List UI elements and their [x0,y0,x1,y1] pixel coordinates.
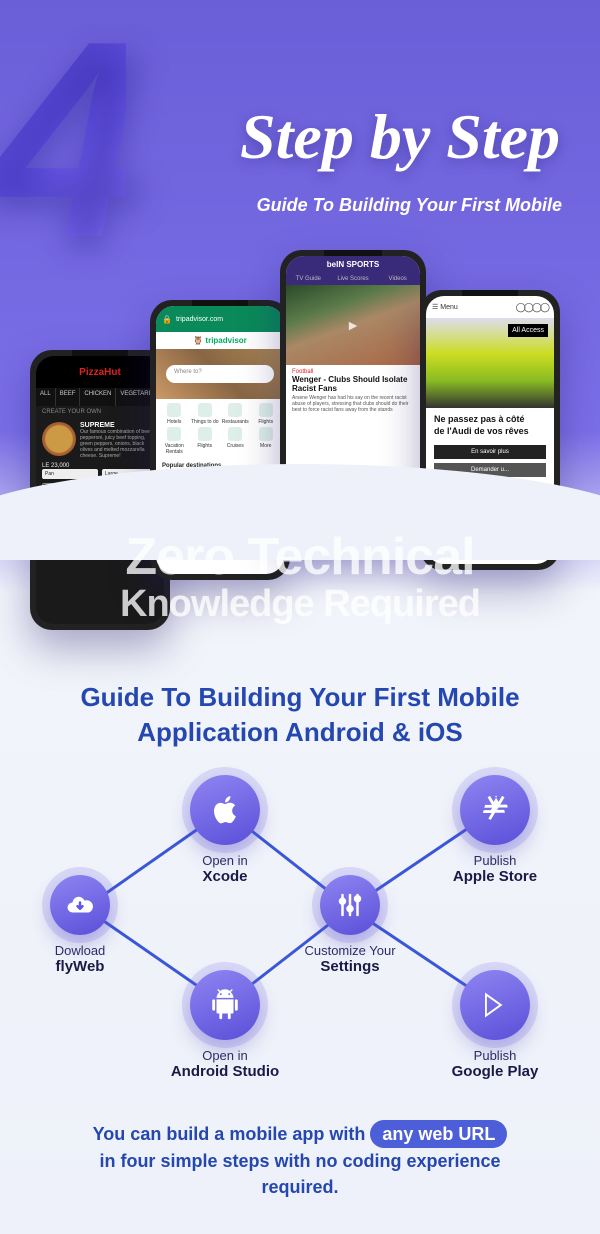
audi-cta1: En savoir plus [434,445,546,459]
bein-logo: beIN SPORTS [286,256,420,273]
audi-text: Ne passez pas à côtéde l'Audi de vos rêv… [426,408,554,443]
url-pill: any web URL [370,1120,507,1148]
bein-category: Football [286,365,420,375]
pizza-tab: BEEF [56,388,81,406]
pizza-tabs: ALL BEEF CHICKEN VEGETARIAN X-LARGE [36,388,164,406]
audi-access-badge: All Access [508,324,548,337]
node-android-studio: Open in Android Studio [160,970,290,1080]
trip-search: Where to? [166,365,274,383]
android-icon [190,970,260,1040]
trip-logo: 🦉 tripadvisor [156,332,284,349]
pizza-tab: ALL [36,388,56,406]
audi-logo-icon: ◯◯◯◯ [516,302,548,313]
trip-icons: Hotels Things to do Restaurants Flights … [156,399,284,459]
node-label-bold: Xcode [160,868,290,885]
bein-tabs: TV GuideLive ScoresVideos [286,273,420,285]
node-label-bold: Settings [285,958,415,975]
audi-topbar: ☰ Menu◯◯◯◯ [426,296,554,318]
sliders-icon [320,875,380,935]
pizza-desc: SUPREMEOur famous combination of beef pe… [80,422,158,459]
node-label: Open in [160,853,290,868]
app-store-icon [460,775,530,845]
hero-section: 4 Step by Step Guide To Building Your Fi… [0,0,600,540]
bein-video [286,285,420,365]
pizza-create: CREATE YOUR OWN [36,406,164,418]
pizza-tab: CHICKEN [80,388,116,406]
google-play-icon [460,970,530,1040]
hero-subtitle: Guide To Building Your First Mobile [257,195,562,216]
bein-headline: Wenger - Clubs Should Isolate Racist Fan… [286,375,420,395]
guide-heading: Guide To Building Your First Mobile Appl… [40,680,560,750]
node-label-bold: Android Studio [160,1063,290,1080]
cloud-download-icon [50,875,110,935]
pizza-image [42,422,76,456]
node-download: Dowload flyWeb [15,875,145,975]
node-label-bold: flyWeb [15,958,145,975]
node-apple-store: Publish Apple Store [430,775,560,885]
flow-diagram: Dowload flyWeb Open in Xcode Open in And… [30,780,570,1080]
node-label: Publish [430,1048,560,1063]
node-xcode: Open in Xcode [160,775,290,885]
node-label: Dowload [15,943,145,958]
apple-icon [190,775,260,845]
node-customize: Customize Your Settings [285,875,415,975]
trip-banner: Where to? [156,349,284,399]
pizza-logo: PizzaHut [36,356,164,388]
audi-image: All Access [426,318,554,408]
node-label-bold: Apple Store [430,868,560,885]
bein-body: Arsene Wenger has had his say on the rec… [286,395,420,413]
node-label: Customize Your [285,943,415,958]
node-label: Open in [160,1048,290,1063]
node-label: Publish [430,853,560,868]
wave-divider [0,500,600,560]
node-google-play: Publish Google Play [430,970,560,1080]
hero-title: Step by Step [240,100,560,174]
lock-icon: 🔒 [162,315,172,324]
node-label-bold: Google Play [430,1063,560,1080]
bottom-text: You can build a mobile app with any web … [60,1120,540,1200]
trip-urlbar: 🔒tripadvisor.com [156,306,284,332]
